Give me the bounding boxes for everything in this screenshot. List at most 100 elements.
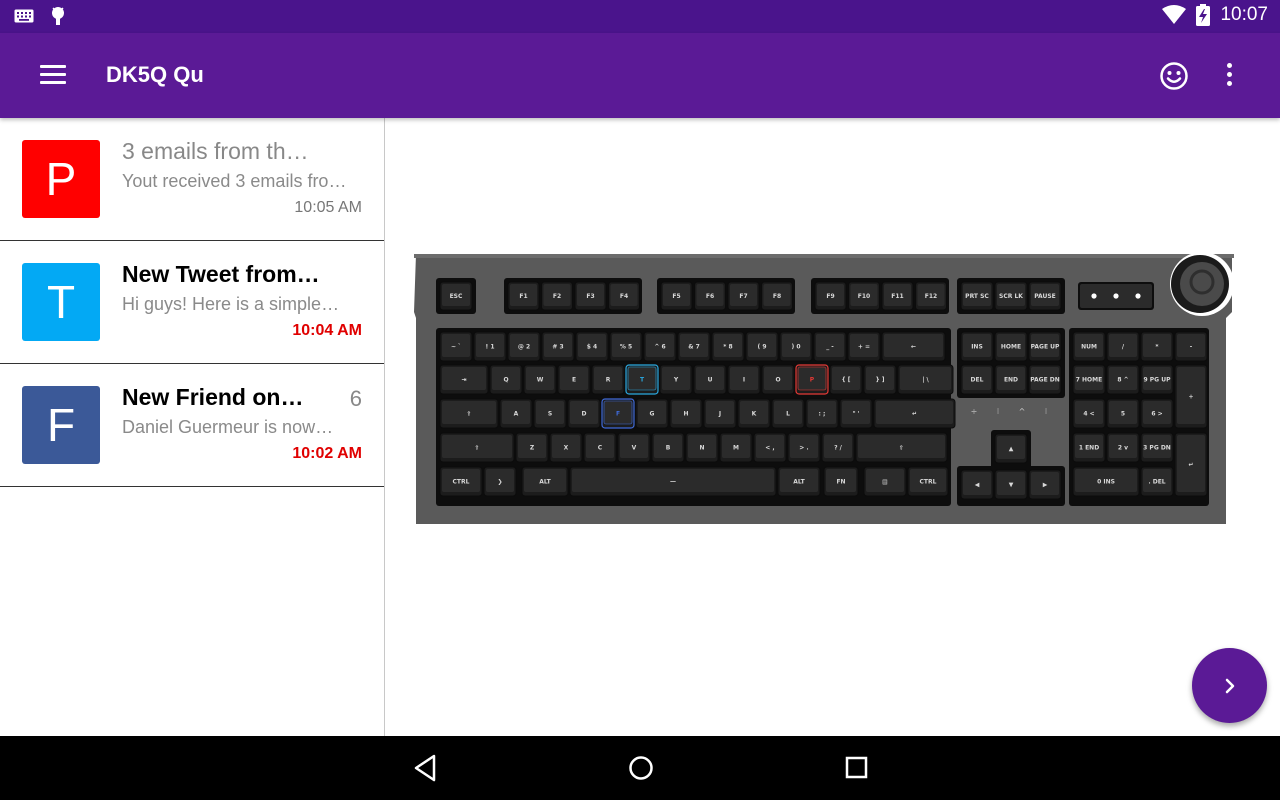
menu-button[interactable] bbox=[40, 65, 68, 85]
svg-text:* 8: * 8 bbox=[723, 344, 732, 351]
svg-text:U: U bbox=[708, 377, 713, 384]
key: PAGE DN bbox=[1028, 364, 1062, 395]
svg-text:F3: F3 bbox=[586, 293, 594, 300]
svg-text:4 <: 4 < bbox=[1083, 411, 1094, 418]
key: . DEL bbox=[1140, 466, 1174, 497]
key: F2 bbox=[541, 281, 573, 311]
key: ← bbox=[881, 331, 946, 362]
list-item[interactable]: T New Tweet from… Hi guys! Here is a sim… bbox=[0, 241, 384, 364]
svg-text:M: M bbox=[733, 445, 739, 452]
key: _ - bbox=[813, 331, 847, 362]
key: 1 END bbox=[1072, 432, 1106, 463]
key: 4 < bbox=[1072, 398, 1106, 429]
key: END bbox=[994, 364, 1028, 395]
more-options-button[interactable] bbox=[1218, 63, 1240, 89]
svg-text:❯: ❯ bbox=[497, 479, 502, 486]
key: SCR LK bbox=[994, 281, 1028, 311]
svg-text:0 INS: 0 INS bbox=[1097, 479, 1115, 486]
key: P bbox=[795, 364, 829, 395]
emoji-icon[interactable] bbox=[1159, 61, 1189, 91]
back-button-icon[interactable] bbox=[412, 753, 438, 783]
svg-text:) 0: ) 0 bbox=[791, 344, 800, 351]
svg-text:E: E bbox=[572, 377, 576, 384]
key: * bbox=[1140, 331, 1174, 362]
key: 0 INS bbox=[1072, 466, 1140, 497]
svg-text:⇪: ⇪ bbox=[466, 411, 471, 418]
svg-text:÷: ÷ bbox=[971, 407, 978, 416]
item-title: New Tweet from… bbox=[122, 261, 320, 287]
key: ▶ bbox=[1028, 469, 1062, 500]
svg-text:▲: ▲ bbox=[1009, 446, 1014, 453]
svg-text:DEL: DEL bbox=[971, 377, 984, 384]
next-fab-button[interactable] bbox=[1192, 648, 1267, 723]
notification-list: P 3 emails from th… Yout received 3 emai… bbox=[0, 118, 385, 736]
svg-text:L: L bbox=[786, 411, 790, 418]
svg-text:PAGE UP: PAGE UP bbox=[1031, 344, 1060, 351]
key: 2 v bbox=[1106, 432, 1140, 463]
key: NUM bbox=[1072, 331, 1106, 362]
key: % 5 bbox=[609, 331, 643, 362]
key: ( 9 bbox=[745, 331, 779, 362]
key: ◀ bbox=[960, 469, 994, 500]
key: ~ ` bbox=[439, 331, 473, 362]
indicator-led bbox=[1091, 293, 1097, 299]
key: ↵ bbox=[1174, 432, 1208, 497]
svg-text:F6: F6 bbox=[706, 293, 714, 300]
key: A bbox=[499, 398, 533, 429]
svg-text:^ 6: ^ 6 bbox=[654, 344, 665, 351]
svg-text:N: N bbox=[699, 445, 704, 452]
key: U bbox=[693, 364, 727, 395]
svg-text:FN: FN bbox=[836, 479, 845, 486]
svg-text:& 7: & 7 bbox=[688, 344, 700, 351]
svg-text:⇧: ⇧ bbox=[474, 445, 479, 452]
key: 9 PG UP bbox=[1140, 364, 1174, 395]
key: | \ bbox=[897, 364, 954, 395]
svg-text:Q: Q bbox=[503, 377, 508, 384]
list-item[interactable]: F New Friend on… 6 Daniel Guermeur is no… bbox=[0, 364, 384, 487]
home-button-icon[interactable] bbox=[627, 753, 655, 783]
svg-text:⇧: ⇧ bbox=[899, 445, 904, 452]
key: & 7 bbox=[677, 331, 711, 362]
key: + bbox=[1174, 364, 1208, 429]
svg-text:" ': " ' bbox=[852, 411, 859, 418]
svg-text:3 PG DN: 3 PG DN bbox=[1143, 445, 1171, 452]
key: H bbox=[669, 398, 703, 429]
key: K bbox=[737, 398, 771, 429]
key: F8 bbox=[761, 281, 793, 311]
battery-charging-icon bbox=[1196, 4, 1211, 26]
key: Y bbox=[659, 364, 693, 395]
svg-text:H: H bbox=[683, 411, 688, 418]
more-vert-icon bbox=[1226, 63, 1232, 68]
svg-text:P: P bbox=[810, 377, 815, 384]
svg-text:⁝: ⁝ bbox=[997, 407, 1000, 416]
key: CTRL bbox=[439, 466, 483, 497]
key: PAGE UP bbox=[1028, 331, 1062, 362]
key: B bbox=[651, 432, 685, 463]
svg-text:% 5: % 5 bbox=[620, 344, 632, 351]
svg-text:▼: ▼ bbox=[1009, 482, 1014, 489]
svg-text:: ;: : ; bbox=[819, 411, 826, 418]
svg-text:←: ← bbox=[911, 344, 916, 351]
key: 7 HOME bbox=[1072, 364, 1106, 395]
key: ▤ bbox=[863, 466, 907, 497]
key: + = bbox=[847, 331, 881, 362]
svg-text:_ -: _ - bbox=[826, 344, 834, 351]
svg-text:F5: F5 bbox=[672, 293, 680, 300]
recents-button-icon[interactable] bbox=[844, 753, 870, 783]
avatar: P bbox=[22, 140, 100, 218]
key: ⇧ bbox=[855, 432, 948, 463]
key: FN bbox=[823, 466, 859, 497]
clock: 10:07 bbox=[1220, 4, 1268, 25]
app-bar: DK5Q Qu bbox=[0, 33, 1280, 118]
key: F5 bbox=[660, 281, 693, 311]
svg-text:F12: F12 bbox=[925, 293, 937, 300]
svg-text:ESC: ESC bbox=[450, 293, 463, 300]
item-title: 3 emails from th… bbox=[122, 138, 309, 164]
svg-text:PAUSE: PAUSE bbox=[1034, 293, 1056, 300]
system-nav-bar bbox=[0, 736, 1280, 800]
key: PAUSE bbox=[1028, 281, 1062, 311]
key: 6 > bbox=[1140, 398, 1174, 429]
key: ALT bbox=[777, 466, 821, 497]
list-item[interactable]: P 3 emails from th… Yout received 3 emai… bbox=[0, 118, 384, 241]
key: ) 0 bbox=[779, 331, 813, 362]
